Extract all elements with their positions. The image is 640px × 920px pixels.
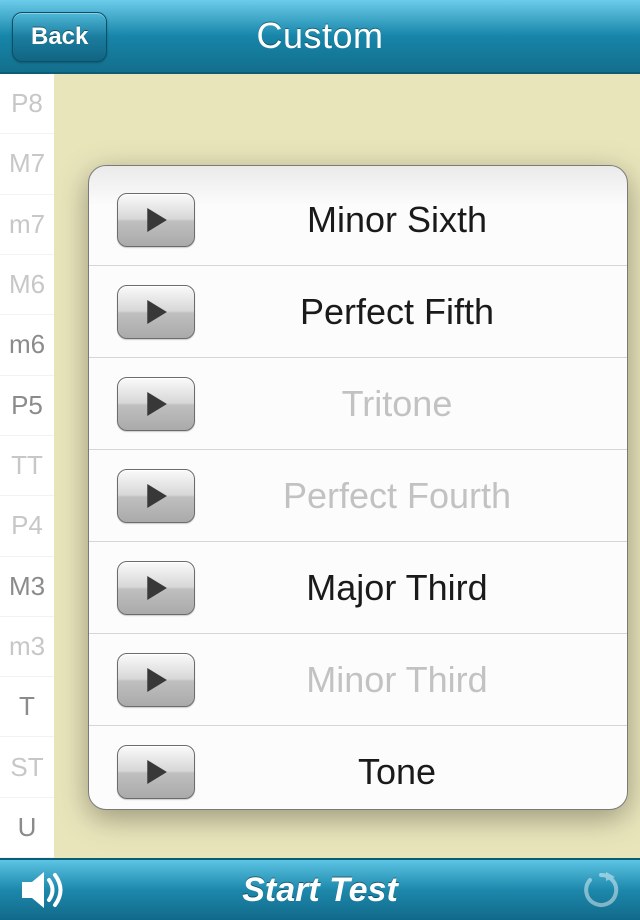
interval-label: Minor Third: [195, 659, 627, 701]
list-item[interactable]: Perfect Fifth: [89, 266, 627, 358]
refresh-button[interactable]: [582, 871, 620, 909]
back-button[interactable]: Back: [12, 12, 107, 62]
refresh-icon: [582, 871, 620, 909]
interval-label: Perfect Fourth: [195, 475, 627, 517]
play-button[interactable]: [117, 377, 195, 431]
interval-label: Tritone: [195, 383, 627, 425]
sidebar-item[interactable]: m6: [0, 315, 54, 375]
sidebar-item[interactable]: P8: [0, 74, 54, 134]
sidebar-item[interactable]: U: [0, 798, 54, 858]
sidebar-item[interactable]: TT: [0, 436, 54, 496]
play-icon: [145, 392, 167, 416]
list-item[interactable]: Minor Third: [89, 634, 627, 726]
play-button[interactable]: [117, 653, 195, 707]
play-icon: [145, 484, 167, 508]
sidebar-item[interactable]: M6: [0, 255, 54, 315]
sidebar-item[interactable]: m7: [0, 195, 54, 255]
sidebar-item[interactable]: ST: [0, 737, 54, 797]
play-icon: [145, 576, 167, 600]
page-title: Custom: [256, 15, 383, 57]
sidebar-item[interactable]: P4: [0, 496, 54, 556]
interval-label: Minor Sixth: [195, 199, 627, 241]
sidebar-item[interactable]: M7: [0, 134, 54, 194]
start-test-button[interactable]: Start Test: [242, 871, 398, 910]
play-button[interactable]: [117, 469, 195, 523]
list-item[interactable]: Tone: [89, 726, 627, 810]
play-button[interactable]: [117, 285, 195, 339]
navbar: Back Custom: [0, 0, 640, 74]
play-icon: [145, 760, 167, 784]
play-button[interactable]: [117, 745, 195, 799]
play-icon: [145, 668, 167, 692]
list-item[interactable]: Tritone: [89, 358, 627, 450]
interval-label: Perfect Fifth: [195, 291, 627, 333]
list-item[interactable]: Minor Sixth: [89, 166, 627, 266]
sidebar-item[interactable]: M3: [0, 557, 54, 617]
play-icon: [145, 208, 167, 232]
interval-label: Major Third: [195, 567, 627, 609]
sidebar-item[interactable]: m3: [0, 617, 54, 677]
toolbar: Start Test: [0, 858, 640, 920]
play-icon: [145, 300, 167, 324]
sidebar-item[interactable]: T: [0, 677, 54, 737]
speaker-button[interactable]: [22, 870, 68, 910]
interval-sidebar: P8 M7 m7 M6 m6 P5 TT P4 M3 m3 T ST U: [0, 74, 54, 858]
interval-label: Tone: [195, 751, 627, 793]
interval-panel: Minor Sixth Perfect Fifth Tritone Perfec…: [88, 165, 628, 810]
play-button[interactable]: [117, 561, 195, 615]
play-button[interactable]: [117, 193, 195, 247]
list-item[interactable]: Perfect Fourth: [89, 450, 627, 542]
speaker-icon: [22, 870, 68, 910]
sidebar-item[interactable]: P5: [0, 376, 54, 436]
list-item[interactable]: Major Third: [89, 542, 627, 634]
